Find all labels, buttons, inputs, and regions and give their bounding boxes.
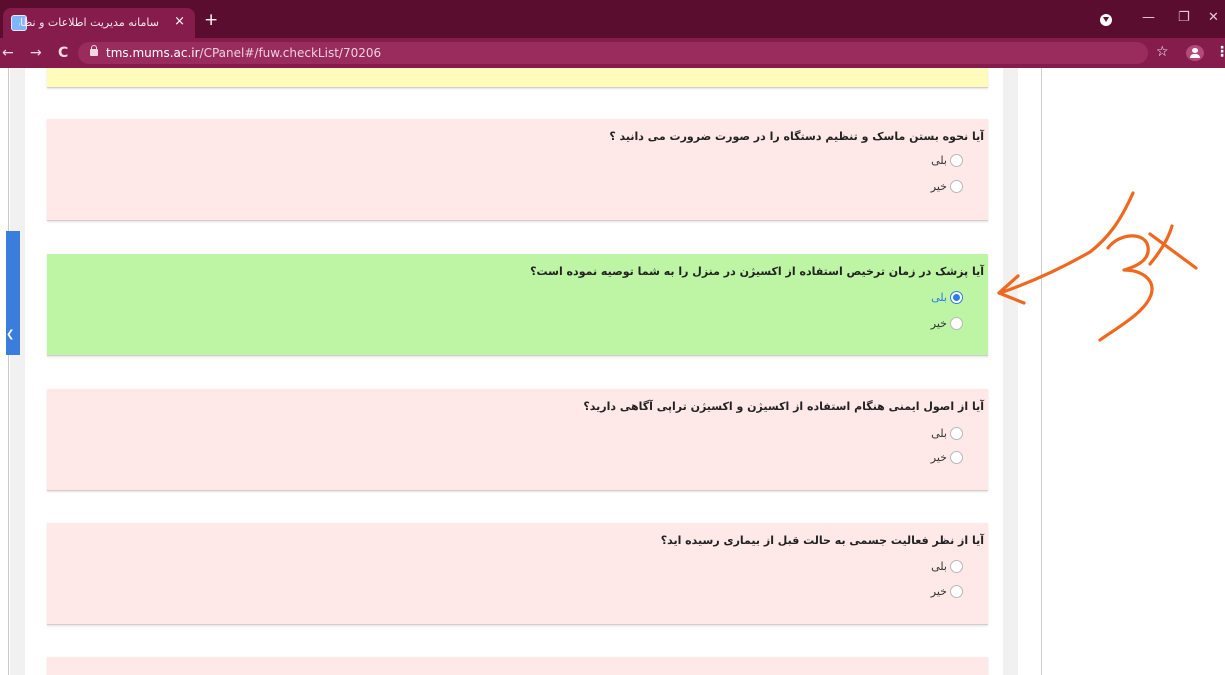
option-label: بلی (931, 559, 947, 573)
radio-button[interactable] (950, 179, 963, 193)
option-no[interactable]: خیر (931, 449, 963, 465)
question-card-previous (47, 68, 988, 88)
radio-button[interactable] (950, 153, 963, 167)
forward-button[interactable]: → (30, 44, 42, 62)
page-divider (8, 68, 9, 675)
close-window-button[interactable]: ✕ (1208, 10, 1219, 26)
question-text: آیا پزشک در زمان ترخیص استفاده از اکسیژن… (530, 265, 984, 278)
browser-toolbar: ← → C tms.mums.ac.ir/CPanel#/fuw.checkLi… (0, 38, 1225, 68)
browser-tab-bar: سامانه مدیریت اطلاعات و نظارت × + — ❐ ✕ (0, 0, 1225, 38)
radio-button[interactable] (950, 426, 963, 440)
question-text: آیا نحوه بستن ماسک و تنظیم دستگاه را در … (609, 130, 984, 143)
question-text: آیا از اصول ایمنی هنگام استفاده از اکسیژ… (583, 400, 984, 413)
reload-button[interactable]: C (58, 44, 68, 62)
url-host: tms.mums.ac.ir (106, 46, 200, 60)
browser-tab[interactable]: سامانه مدیریت اطلاعات و نظارت × (3, 8, 195, 38)
lock-icon (90, 45, 98, 56)
minimize-button[interactable]: — (1142, 10, 1155, 26)
bookmark-star-icon[interactable]: ☆ (1156, 44, 1169, 60)
radio-button-checked[interactable] (950, 290, 963, 304)
option-yes[interactable]: بلی (931, 558, 963, 574)
question-card-answered: آیا پزشک در زمان ترخیص استفاده از اکسیژن… (47, 254, 988, 356)
radio-button[interactable] (950, 584, 963, 598)
side-panel-divider (1041, 68, 1042, 675)
new-tab-button[interactable]: + (204, 11, 218, 29)
browser-menu-icon[interactable]: ⋮ (1215, 44, 1225, 60)
option-yes[interactable]: بلی (931, 289, 963, 305)
question-card: آیا از نظر فعالیت جسمی به حالت قبل از بی… (47, 523, 988, 625)
option-yes[interactable]: بلی (931, 425, 963, 441)
account-icon[interactable] (1186, 45, 1204, 61)
url-path: /CPanel#/fuw.checkList/70206 (199, 46, 382, 60)
maximize-button[interactable]: ❐ (1178, 10, 1190, 26)
radio-button[interactable] (950, 316, 963, 330)
option-yes[interactable]: بلی (931, 152, 963, 168)
question-text: آیا از نظر فعالیت جسمی به حالت قبل از بی… (660, 534, 984, 547)
option-label: خیر (930, 584, 947, 598)
chevron-left-icon[interactable]: ❮ (6, 329, 14, 341)
tab-search-icon[interactable] (1100, 14, 1112, 26)
radio-button[interactable] (950, 559, 963, 573)
back-button[interactable]: ← (2, 44, 14, 62)
option-label: بلی (931, 426, 947, 440)
question-card: آیا از اصول ایمنی هنگام استفاده از اکسیژ… (47, 389, 988, 491)
question-card: آیا نحوه بستن ماسک و تنظیم دستگاه را در … (47, 119, 988, 221)
option-label: خیر (930, 450, 947, 464)
url-text: tms.mums.ac.ir/CPanel#/fuw.checkList/702… (106, 46, 381, 60)
option-label: خیر (930, 179, 947, 193)
option-no[interactable]: خیر (931, 315, 963, 331)
tab-title: سامانه مدیریت اطلاعات و نظارت (19, 16, 159, 29)
question-card-next (47, 657, 988, 675)
option-label: خیر (930, 316, 947, 330)
tab-close-button[interactable]: × (174, 14, 185, 30)
address-bar[interactable]: tms.mums.ac.ir/CPanel#/fuw.checkList/702… (78, 42, 1148, 64)
option-label: بلی (931, 153, 947, 167)
option-no[interactable]: خیر (931, 178, 963, 194)
option-label: بلی (931, 290, 947, 304)
radio-button[interactable] (950, 450, 963, 464)
option-no[interactable]: خیر (931, 583, 963, 599)
